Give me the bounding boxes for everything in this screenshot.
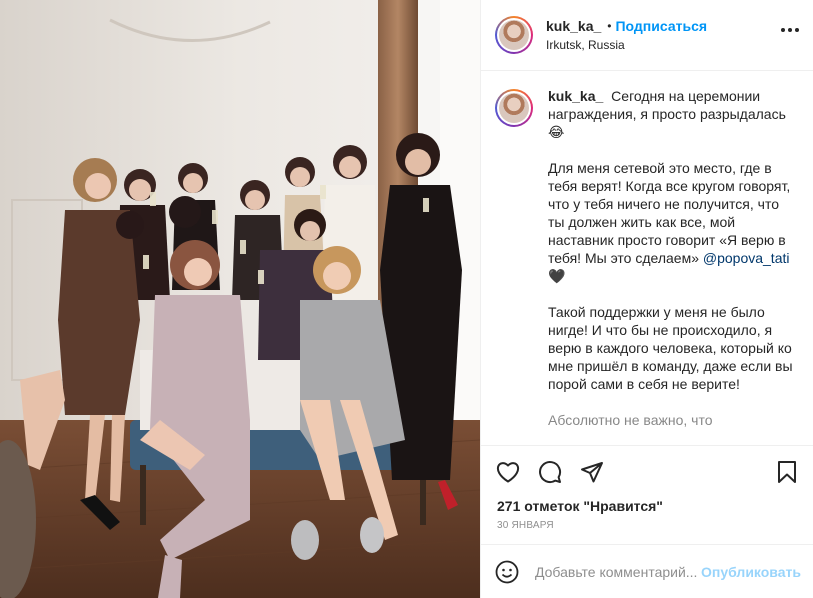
caption-paragraph-3: Такой поддержки у меня не было нигде! И … bbox=[548, 304, 793, 392]
comment-icon[interactable] bbox=[537, 459, 563, 485]
caption-avatar[interactable] bbox=[495, 89, 533, 127]
photo-illustration bbox=[0, 0, 480, 598]
author-avatar[interactable] bbox=[495, 16, 533, 54]
post-header: kuk_ka_ • Подписаться Irkutsk, Russia bbox=[481, 0, 813, 71]
caption-paragraph-4: Абсолютно не важно, что bbox=[548, 412, 713, 428]
separator-dot: • bbox=[607, 19, 612, 33]
post-caption: kuk_ka_ Сегодня на церемонии награждения… bbox=[481, 71, 813, 445]
heart-icon[interactable] bbox=[495, 459, 521, 485]
author-username[interactable]: kuk_ka_ bbox=[546, 18, 601, 34]
caption-body: kuk_ka_ Сегодня на церемонии награждения… bbox=[548, 87, 797, 445]
comment-input[interactable] bbox=[535, 563, 701, 580]
share-icon[interactable] bbox=[579, 459, 605, 485]
likes-count[interactable]: 271 отметок "Нравится" bbox=[481, 497, 813, 519]
bookmark-icon[interactable] bbox=[774, 459, 800, 485]
post-date[interactable]: 30 ЯНВАРЯ bbox=[481, 519, 813, 544]
more-options-icon[interactable] bbox=[781, 28, 799, 32]
mention-link[interactable]: @popova_tati bbox=[703, 250, 790, 266]
post-photo[interactable] bbox=[0, 0, 480, 598]
instagram-post: kuk_ka_ • Подписаться Irkutsk, Russia ku… bbox=[0, 0, 813, 598]
comment-bar: Опубликовать bbox=[481, 544, 813, 598]
post-side-panel: kuk_ka_ • Подписаться Irkutsk, Russia ku… bbox=[480, 0, 813, 598]
publish-button[interactable]: Опубликовать bbox=[701, 564, 801, 580]
caption-username[interactable]: kuk_ka_ bbox=[548, 88, 603, 104]
follow-button[interactable]: Подписаться bbox=[615, 18, 707, 34]
action-bar bbox=[481, 445, 813, 497]
heart-emoji: 🖤 bbox=[548, 268, 566, 284]
emoji-icon[interactable] bbox=[495, 559, 519, 585]
post-location[interactable]: Irkutsk, Russia bbox=[546, 38, 707, 52]
